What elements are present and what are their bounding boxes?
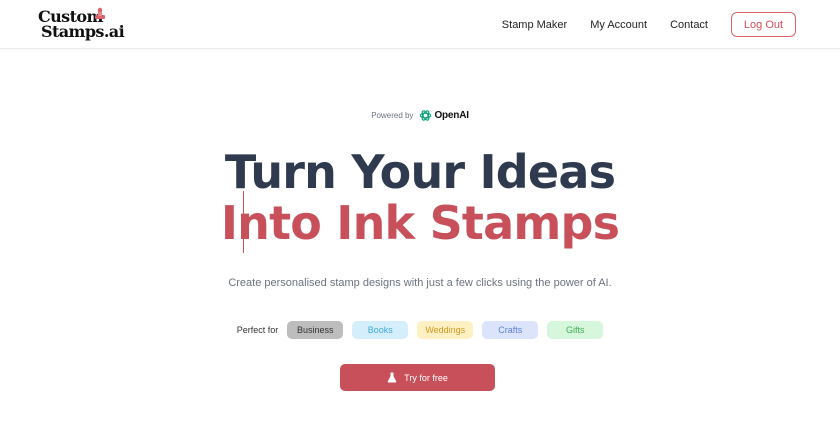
openai-brand-name: OpenAI [434, 109, 469, 121]
navbar: Custom Stamps.ai Stamp Maker My Account … [0, 0, 840, 49]
headline-line-2: Into Ink Stamps [220, 196, 620, 250]
perfect-for-row: Perfect for Business Books Weddings Craf… [0, 320, 840, 339]
nav-link-stamp-maker[interactable]: Stamp Maker [502, 19, 567, 31]
nav-link-my-account[interactable]: My Account [590, 19, 647, 31]
tag-crafts[interactable]: Crafts [482, 320, 539, 339]
logo[interactable]: Custom Stamps.ai [38, 7, 125, 43]
tag-gifts[interactable]: Gifts [547, 320, 604, 339]
stamp-icon [95, 7, 105, 19]
nav-link-contact[interactable]: Contact [670, 19, 708, 31]
try-for-free-label: Try for free [404, 372, 448, 383]
powered-by-badge: Powered by OpenAI [0, 107, 840, 123]
tag-business[interactable]: Business [287, 320, 344, 339]
logo-line-2: Stamps.ai [41, 22, 125, 41]
tag-books[interactable]: Books [352, 320, 409, 339]
perfect-for-label: Perfect for [236, 324, 279, 335]
flask-icon [387, 372, 397, 383]
openai-icon [420, 109, 432, 121]
try-for-free-button[interactable]: Try for free [340, 364, 495, 391]
hero-subtitle: Create personalised stamp designs with j… [228, 277, 612, 289]
powered-by-label: Powered by [371, 110, 414, 120]
tag-weddings[interactable]: Weddings [417, 320, 474, 339]
nav-links: Stamp Maker My Account Contact Log Out [502, 12, 796, 37]
headline-line-1: Turn Your Ideas [224, 145, 616, 199]
logout-button[interactable]: Log Out [731, 12, 796, 37]
